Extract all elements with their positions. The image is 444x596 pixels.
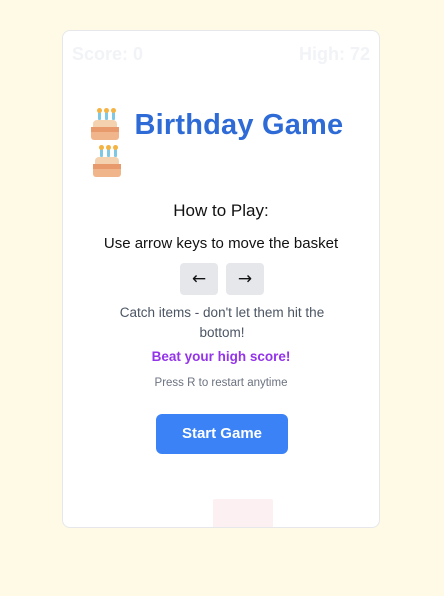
arrow-keys: ← → (180, 263, 266, 295)
game-title: Birthday Game (134, 109, 344, 141)
left-arrow-key: ← (180, 263, 218, 295)
title-row: Birthday Game (90, 107, 360, 142)
right-arrow-key: → (226, 263, 264, 295)
birthday-cake-icon (92, 145, 122, 179)
score-display: Score: 0 (72, 44, 144, 64)
game-card: Score: 0 High: 72 Birthday Game How to P… (62, 30, 380, 528)
beat-high-score-text: Beat your high score! (151, 349, 291, 364)
restart-hint: Press R to restart anytime (154, 377, 288, 389)
catch-instruction: Catch items - don't let them hit the bot… (119, 305, 325, 340)
start-game-button[interactable]: Start Game (156, 414, 288, 454)
birthday-cake-icon (90, 107, 120, 142)
high-score-display: High: 72 (298, 44, 370, 64)
basket (213, 499, 273, 527)
how-to-play-heading: How to Play: (173, 201, 269, 220)
controls-instruction: Use arrow keys to move the basket (103, 235, 339, 252)
